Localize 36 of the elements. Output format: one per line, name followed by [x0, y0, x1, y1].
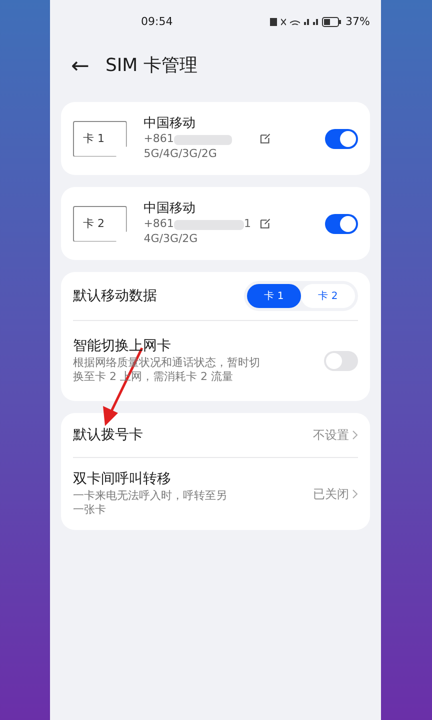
chevron-icon [352, 430, 358, 440]
edit-icon[interactable] [260, 133, 271, 144]
network-types: 4G/3G/2G [144, 232, 199, 248]
network-types: 5G/4G/3G/2G [144, 147, 218, 162]
blurred-number [174, 220, 244, 230]
battery-icon [322, 17, 342, 27]
card-option[interactable]: 卡 2 [301, 284, 355, 308]
edit-icon[interactable] [260, 218, 271, 229]
status-time: 09:54 [141, 14, 173, 30]
toggle-switch[interactable] [324, 214, 358, 234]
phone-number: +861 [144, 217, 174, 232]
back-button[interactable]: ← [71, 54, 90, 78]
sim-slot-label: 卡 1 [83, 131, 104, 146]
phone-number: 1 [244, 217, 251, 232]
phone-number: +861 [144, 132, 174, 148]
setting-value[interactable]: 不设置 [313, 426, 358, 444]
setting-title: 默认拨号卡 [73, 426, 144, 444]
blurred-number [174, 134, 232, 145]
bluetooth-icon [280, 18, 286, 26]
setting-title: 双卡间呼叫转移 [73, 470, 172, 489]
signal-icon [312, 19, 318, 25]
setting-description: 一卡来电无法呼入时，呼转至另一张卡 [73, 488, 228, 518]
page-title: SIM 卡管理 [105, 54, 198, 78]
toggle-switch[interactable] [324, 128, 358, 148]
card-option[interactable]: 卡 1 [247, 284, 301, 308]
setting-title: 智能切换上网卡 [73, 336, 172, 356]
carrier-name: 中国移动 [144, 200, 197, 218]
carrier-name: 中国移动 [144, 114, 197, 132]
chevron-icon [352, 489, 358, 499]
battery-percent: 37% [346, 14, 370, 30]
toggle-switch[interactable] [324, 351, 358, 371]
wifi-icon [290, 20, 300, 24]
signal-icon [304, 19, 309, 25]
setting-value[interactable]: 已关闭 [313, 486, 358, 502]
sim-slot-label: 卡 2 [83, 216, 104, 231]
setting-title: 默认移动数据 [73, 286, 157, 306]
